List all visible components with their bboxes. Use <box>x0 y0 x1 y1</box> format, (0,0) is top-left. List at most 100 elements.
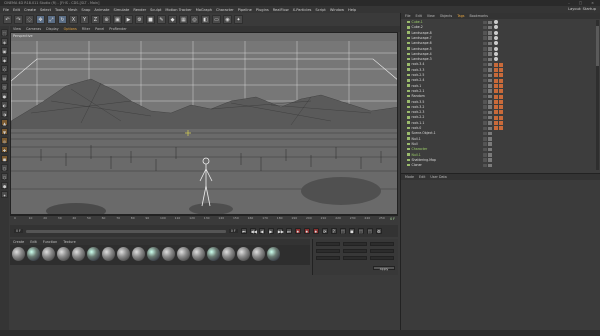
object-name[interactable]: rock.3.5 <box>412 100 425 104</box>
undo-icon[interactable]: ↶ <box>3 15 12 24</box>
object-menu-tags[interactable]: Tags <box>457 14 464 18</box>
visibility-toggle[interactable] <box>483 100 487 104</box>
object-name[interactable]: Shattering.Map <box>412 158 436 162</box>
coord-field[interactable] <box>370 242 394 246</box>
visibility-toggle[interactable] <box>483 158 487 162</box>
coord-field[interactable] <box>316 242 340 246</box>
material-tag-icon[interactable] <box>494 83 498 88</box>
visibility-toggle[interactable] <box>483 25 487 30</box>
object-name[interactable]: Null.1 <box>412 153 421 157</box>
object-row[interactable]: Cube.2 <box>401 25 596 30</box>
left-tool-icon[interactable]: ◑ <box>1 110 8 117</box>
render-toggle[interactable] <box>488 142 492 146</box>
phong-tag-icon[interactable] <box>494 36 498 41</box>
render-toggle[interactable] <box>488 131 492 136</box>
render-toggle[interactable] <box>488 47 492 51</box>
left-tool-icon[interactable]: ◈ <box>1 38 8 45</box>
left-tool-icon[interactable]: ⬡ <box>1 173 8 180</box>
phong-tag-icon[interactable] <box>494 57 498 62</box>
material-swatch[interactable] <box>12 247 25 261</box>
transport-button[interactable]: ▶▶ <box>276 228 284 234</box>
object-name[interactable]: Cube.1 <box>412 20 423 24</box>
object-name[interactable]: Landscape.8 <box>412 31 432 35</box>
render-toggle[interactable] <box>488 163 492 168</box>
coord-field[interactable] <box>370 249 394 253</box>
transport-button[interactable]: ⚙ <box>375 228 382 234</box>
object-name[interactable]: Landscape.6 <box>412 41 432 45</box>
object-name[interactable]: rock.3.2 <box>412 105 425 109</box>
visibility-toggle[interactable] <box>483 62 487 67</box>
render-toggle[interactable] <box>488 100 492 104</box>
floor-icon[interactable]: ▭ <box>212 15 221 24</box>
object-name[interactable]: Cube.2 <box>412 25 423 29</box>
coord-field[interactable] <box>316 249 340 253</box>
y-axis-icon[interactable]: Y <box>80 15 89 24</box>
perspective-viewport[interactable]: Perspective <box>10 32 398 215</box>
object-menu-bookmarks[interactable]: Bookmarks <box>470 14 488 18</box>
coord-field[interactable] <box>370 256 394 260</box>
scrollbar-thumb[interactable] <box>596 26 599 66</box>
transport-button[interactable]: ⏭ <box>285 228 292 234</box>
material-tag-icon[interactable] <box>494 73 498 78</box>
material-swatch[interactable] <box>237 247 250 261</box>
subdivision-icon[interactable]: ◆ <box>168 15 177 24</box>
coord-field[interactable] <box>343 256 367 260</box>
left-tool-icon[interactable]: ◎ <box>1 137 8 144</box>
left-tool-icon[interactable]: ◻ <box>1 164 8 171</box>
object-menu-view[interactable]: View <box>427 14 435 18</box>
object-name[interactable]: rock.0 <box>412 126 422 130</box>
left-tool-icon[interactable]: ⬢ <box>1 182 8 189</box>
transport-button[interactable]: ▶ <box>267 228 274 234</box>
material-tag-icon[interactable] <box>494 115 498 120</box>
object-row[interactable]: Landscape.6 <box>401 41 596 46</box>
object-name[interactable]: rock.2.5 <box>412 73 425 77</box>
visibility-toggle[interactable] <box>483 126 487 131</box>
render-toggle[interactable] <box>488 84 492 88</box>
object-name[interactable]: Null.1 <box>412 137 421 141</box>
object-name[interactable]: Landscape.7 <box>412 36 432 40</box>
material-swatch[interactable] <box>267 247 280 261</box>
layout-value[interactable]: Startup <box>583 7 596 11</box>
object-row[interactable]: rock.2.1 <box>401 89 596 94</box>
object-name[interactable]: rock.2.4 <box>412 78 425 82</box>
object-name[interactable]: rock.2.1 <box>412 89 425 93</box>
visibility-toggle[interactable] <box>483 41 487 46</box>
attribute-menu-edit[interactable]: Edit <box>419 175 425 179</box>
object-row[interactable]: Shattering.Map <box>401 158 596 163</box>
playback-range-slider[interactable] <box>25 229 226 233</box>
x-axis-icon[interactable]: X <box>69 15 78 24</box>
material-swatch[interactable] <box>252 247 265 261</box>
menu-item-plugins[interactable]: Plugins <box>256 8 269 12</box>
menu-item-x-particles[interactable]: X-Particles <box>293 8 312 12</box>
object-row[interactable]: Null.1 <box>401 137 596 142</box>
object-row[interactable]: rock.1.1 <box>401 121 596 126</box>
material-tag-icon[interactable] <box>499 78 503 83</box>
menu-item-simulate[interactable]: Simulate <box>113 8 129 12</box>
transport-button[interactable]: ? <box>330 228 337 234</box>
camera-icon[interactable]: ◉ <box>223 15 232 24</box>
transport-button[interactable]: ⬚ <box>366 228 373 234</box>
material-swatch[interactable] <box>102 247 115 261</box>
render-toggle[interactable] <box>488 137 492 141</box>
material-menu-edit[interactable]: Edit <box>30 240 37 244</box>
left-tool-icon[interactable]: ◼ <box>1 155 8 162</box>
material-menu-texture[interactable]: Texture <box>63 240 75 244</box>
render-toggle[interactable] <box>488 68 492 72</box>
visibility-toggle[interactable] <box>483 94 487 99</box>
menu-item-character[interactable]: Character <box>216 8 234 12</box>
menu-item-pipeline[interactable]: Pipeline <box>238 8 252 12</box>
visibility-toggle[interactable] <box>483 52 487 56</box>
material-swatch[interactable] <box>192 247 205 261</box>
visibility-toggle[interactable] <box>483 84 487 88</box>
left-tool-icon[interactable]: ● <box>1 92 8 99</box>
coord-field[interactable] <box>343 249 367 253</box>
end-frame-field[interactable]: 0 F <box>228 229 238 233</box>
transport-button[interactable]: ⏺ <box>294 228 301 234</box>
object-name[interactable]: Random <box>412 94 425 98</box>
deformer-icon[interactable]: ◧ <box>201 15 210 24</box>
visibility-toggle[interactable] <box>483 115 487 120</box>
left-tool-icon[interactable]: ◫ <box>1 83 8 90</box>
visibility-toggle[interactable] <box>483 142 487 146</box>
object-name[interactable]: rock.1.1 <box>412 121 425 125</box>
visibility-toggle[interactable] <box>483 47 487 51</box>
